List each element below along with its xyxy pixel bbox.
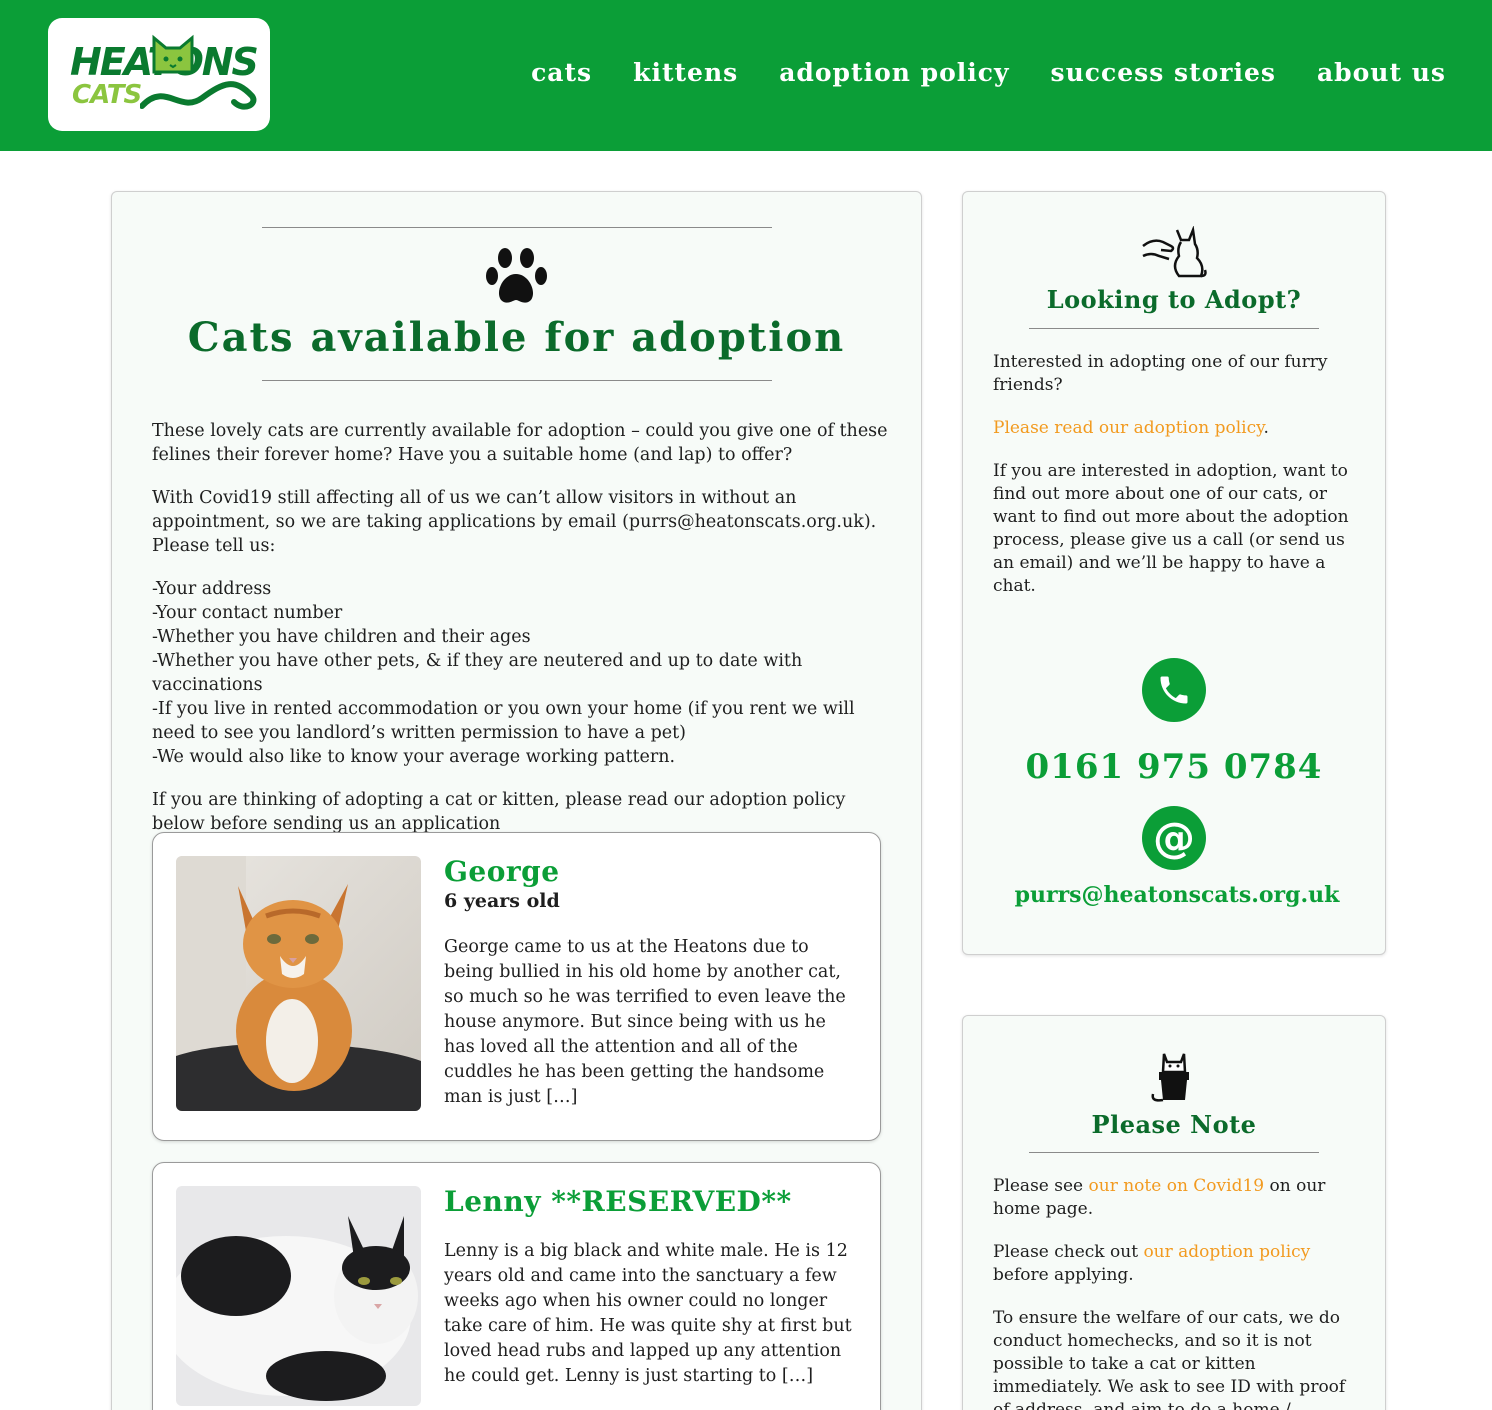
cat-name[interactable]: Lenny **RESERVED** [444, 1185, 792, 1218]
note-title: Please Note [1091, 1110, 1257, 1139]
text: Please check out [993, 1242, 1144, 1262]
email-link[interactable]: purrs@heatonscats.org.uk [963, 882, 1391, 908]
logo-text-bottom: CATS [72, 80, 142, 110]
adopt-text: Interested in adopting one of our furry … [993, 351, 1353, 618]
cat-name[interactable]: George [444, 855, 560, 888]
phone-number[interactable]: 0161 975 0784 [963, 747, 1385, 787]
nav-success-stories[interactable]: success stories [1051, 58, 1276, 87]
site-logo[interactable]: HEATONS CATS [48, 18, 270, 131]
cat-card-lenny[interactable]: Lenny **RESERVED** Lenny is a big black … [152, 1162, 881, 1410]
note-widget: Please Note Please see our note on Covid… [962, 1015, 1386, 1410]
text: before applying. [993, 1265, 1134, 1285]
cat-description: George came to us at the Heatons due to … [444, 937, 846, 1107]
adopt-paragraph: Interested in adopting one of our furry … [993, 352, 1328, 395]
adopt-title: Looking to Adopt? [1046, 285, 1302, 314]
adoption-policy-link[interactable]: our adoption policy [1143, 1242, 1310, 1262]
page-title: Cats available for adoption [187, 314, 846, 361]
adopt-widget: Looking to Adopt? Interested in adopting… [962, 191, 1386, 955]
cat-description: Lenny is a big black and white male. He … [444, 1241, 852, 1386]
cat-in-box-icon [1151, 1053, 1189, 1102]
note-paragraph: To ensure the welfare of our cats, we do… [993, 1308, 1346, 1410]
logo-tail-icon [140, 81, 257, 110]
intro-text: These lovely cats are currently availabl… [152, 419, 892, 855]
adopt-policy-line: Please read our adoption policy. [993, 417, 1353, 440]
main-nav: cats kittens adoption policy success sto… [531, 58, 1446, 87]
nav-kittens[interactable]: kittens [633, 58, 738, 87]
main-content: Cats available for adoption These lovely… [111, 191, 922, 1410]
note-text: Please see our note on Covid19 on our ho… [993, 1175, 1353, 1410]
site-header: HEATONS CATS cats kittens adoption polic… [0, 0, 1492, 151]
hand-cat-icon [1142, 226, 1207, 278]
divider [1029, 328, 1319, 329]
requirements-list: -Your address -Your contact number -Whet… [152, 579, 855, 767]
nav-about-us[interactable]: about us [1317, 58, 1446, 87]
nav-adoption-policy[interactable]: adoption policy [779, 58, 1009, 87]
adopt-paragraph: If you are interested in adoption, want … [993, 461, 1349, 596]
paw-icon [486, 248, 547, 303]
cat-photo-lenny[interactable] [176, 1186, 421, 1406]
covid-note-link[interactable]: our note on Covid19 [1089, 1176, 1265, 1196]
divider [1029, 1152, 1319, 1153]
text: Please see [993, 1176, 1089, 1196]
intro-paragraph: These lovely cats are currently availabl… [152, 421, 888, 465]
intro-paragraph: If you are thinking of adopting a cat or… [152, 790, 846, 834]
phone-icon[interactable] [1142, 658, 1206, 722]
divider [262, 227, 772, 228]
cat-age: 6 years old [444, 890, 560, 912]
cat-card-george[interactable]: George 6 years old George came to us at … [152, 832, 881, 1141]
note-paragraph: Please check out our adoption policy bef… [993, 1241, 1353, 1287]
at-icon[interactable]: @ [1142, 806, 1206, 870]
note-paragraph: Please see our note on Covid19 on our ho… [993, 1175, 1353, 1221]
punctuation: . [1263, 418, 1269, 438]
intro-paragraph: With Covid19 still affecting all of us w… [152, 488, 877, 556]
divider [262, 380, 772, 381]
cat-photo-george[interactable] [176, 856, 421, 1111]
logo-cat-icon [152, 34, 194, 74]
adoption-policy-link[interactable]: Please read our adoption policy [993, 418, 1263, 438]
nav-cats[interactable]: cats [531, 58, 592, 87]
